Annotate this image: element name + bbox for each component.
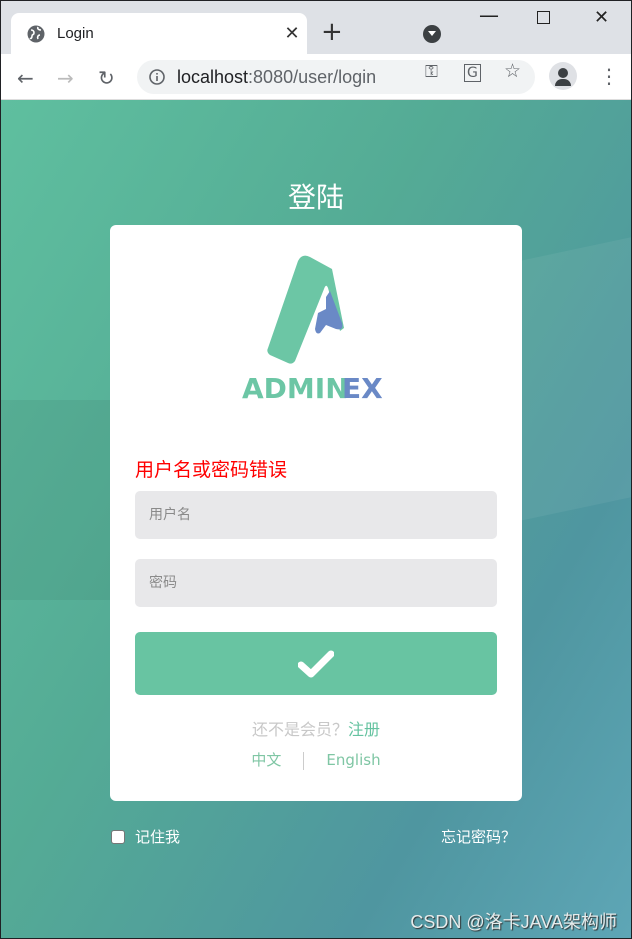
lang-zh-link[interactable]: 中文 (251, 751, 281, 769)
login-button[interactable] (135, 632, 497, 695)
toolbar: ← → ↻ localhost:8080/user/login ⚿ G ☆ ⋮ (1, 54, 631, 100)
globe-icon (27, 25, 45, 42)
tab-title: Login (57, 25, 94, 42)
error-message: 用户名或密码错误 (135, 459, 288, 481)
reload-icon[interactable]: ↻ (98, 66, 115, 90)
forward-icon: → (57, 66, 74, 90)
info-icon[interactable] (149, 69, 165, 85)
star-icon[interactable]: ☆ (504, 60, 521, 82)
translate-icon[interactable]: G (464, 64, 481, 82)
plus-icon[interactable]: + (321, 19, 343, 45)
remember-checkbox[interactable] (111, 829, 125, 844)
adminex-logo: ADMIN EX (242, 255, 383, 403)
close-icon[interactable]: ✕ (277, 23, 307, 44)
language-switch: 中文 English (110, 749, 522, 770)
remember-label: 记住我 (135, 828, 181, 846)
forgot-password-link[interactable]: 忘记密码？ (441, 826, 516, 847)
minimize-icon[interactable]: — (479, 3, 499, 27)
username-input[interactable] (135, 491, 497, 539)
logo-text-admin: ADMIN (242, 372, 349, 403)
register-link[interactable]: 注册 (348, 720, 380, 739)
browser-window: Login ✕ + — ✕ ← → ↻ localhost:8080/user/… (1, 1, 631, 938)
profile-icon[interactable] (549, 62, 577, 90)
logo-text-ex: EX (342, 372, 383, 403)
maximize-icon[interactable] (537, 11, 550, 24)
check-icon (298, 650, 334, 677)
url-text[interactable]: localhost:8080/user/login (177, 67, 376, 88)
tab-search-icon[interactable] (423, 25, 441, 43)
key-icon[interactable]: ⚿ (425, 62, 438, 82)
lang-en-link[interactable]: English (326, 751, 380, 769)
page-title: 登陆 (287, 181, 344, 214)
login-card: ADMIN EX 用户名或密码错误 还不是会员？注册 中文 English (110, 225, 522, 801)
tab-login[interactable]: Login ✕ (11, 13, 307, 54)
remember-me[interactable]: 记住我 (111, 826, 180, 847)
window-close-icon[interactable]: ✕ (594, 7, 609, 28)
divider (303, 751, 305, 770)
password-input[interactable] (135, 559, 497, 607)
login-page: 登陆 ADMIN EX 用户名或密码错误 还不是会员？注册 中文English … (1, 100, 631, 938)
tab-bar: Login ✕ + — ✕ (1, 1, 631, 54)
register-prompt: 还不是会员？ (251, 720, 348, 739)
menu-icon[interactable]: ⋮ (599, 64, 619, 88)
back-icon[interactable]: ← (17, 66, 34, 90)
register-row: 还不是会员？注册 (110, 716, 522, 740)
watermark: CSDN @洛卡JAVA架构师 (410, 912, 617, 932)
